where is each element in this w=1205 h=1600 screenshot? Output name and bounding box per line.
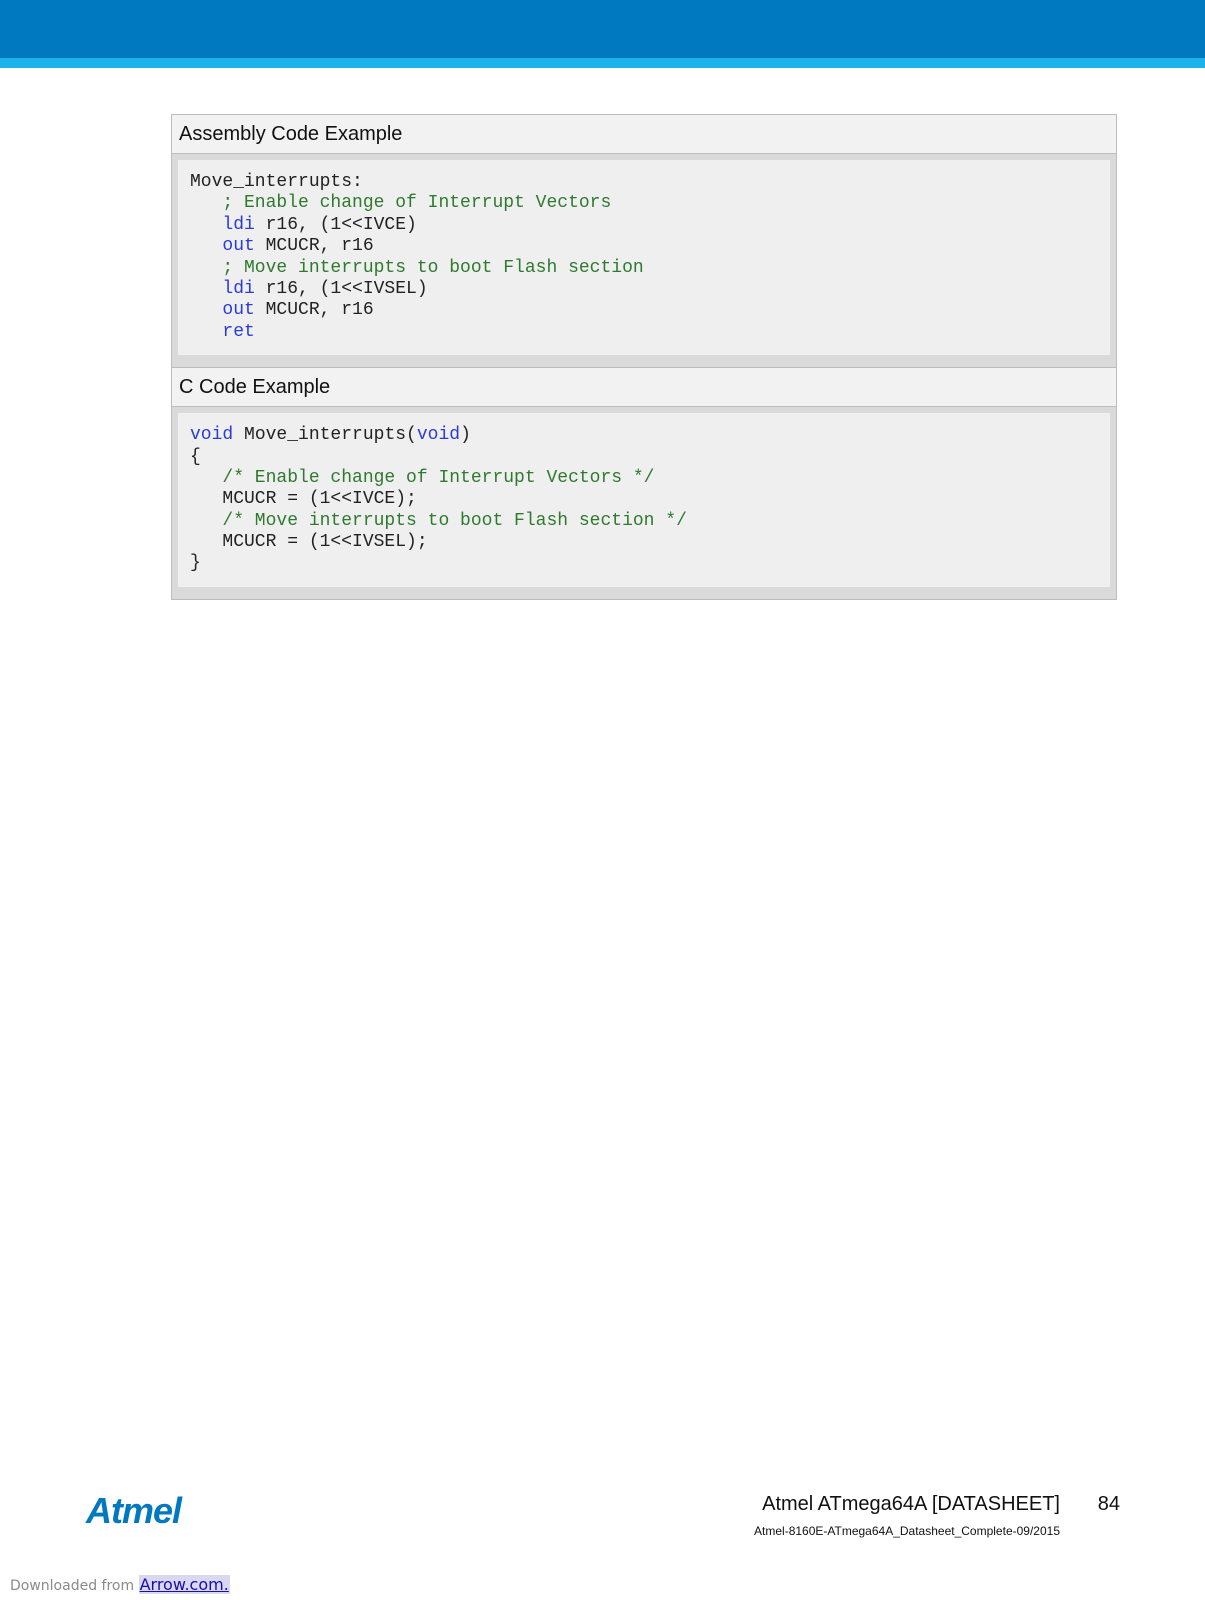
code-example-table: Assembly Code Example Move_interrupts: ;… (171, 114, 1117, 600)
code-line: ret (190, 322, 1098, 343)
code-comment: /* Move interrupts to boot Flash section… (222, 510, 687, 531)
code-text: r16, (1<<IVCE) (254, 214, 417, 235)
code-line: } (190, 553, 1098, 574)
code-text: Move_interrupts: (190, 172, 363, 192)
code-text: } (190, 553, 201, 574)
download-prefix: Downloaded from (10, 1578, 139, 1594)
c-section-title: C Code Example (172, 367, 1116, 408)
code-keyword: ldi (222, 214, 255, 235)
code-keyword: void (190, 425, 234, 446)
code-comment: /* Enable change of Interrupt Vectors */ (222, 467, 655, 488)
code-keyword: out (222, 236, 255, 257)
code-text: Move_interrupts( (233, 425, 417, 446)
header-stripe (0, 58, 1205, 68)
code-text: MCUCR, r16 (254, 236, 374, 257)
code-line: out MCUCR, r16 (190, 300, 1098, 321)
code-keyword: void (416, 425, 461, 446)
code-line: Move_interrupts: (190, 172, 1098, 193)
code-line: ldi r16, (1<<IVSEL) (190, 279, 1098, 300)
code-line: { (190, 447, 1098, 468)
code-line: /* Move interrupts to boot Flash section… (190, 511, 1098, 532)
code-keyword: out (222, 300, 255, 321)
code-line: ; Move interrupts to boot Flash section (190, 258, 1098, 279)
code-keyword: ldi (222, 278, 255, 299)
code-text: ) (460, 425, 471, 446)
code-line: /* Enable change of Interrupt Vectors */ (190, 468, 1098, 489)
code-text: r16, (1<<IVSEL) (254, 278, 428, 299)
code-keyword: ret (222, 321, 255, 342)
document-id: Atmel-8160E-ATmega64A_Datasheet_Complete… (754, 1524, 1060, 1538)
c-code-block: void Move_interrupts(void){ /* Enable ch… (178, 413, 1110, 587)
code-line: MCUCR = (1<<IVCE); (190, 489, 1098, 510)
document-title: Atmel ATmega64A [DATASHEET] (762, 1493, 1060, 1515)
code-text: MCUCR = (1<<IVCE); (190, 489, 417, 510)
code-line: MCUCR = (1<<IVSEL); (190, 532, 1098, 553)
code-text: { (190, 446, 201, 467)
header-bar (0, 0, 1205, 58)
code-line: void Move_interrupts(void) (190, 425, 1098, 446)
code-text: MCUCR = (1<<IVSEL); (190, 532, 428, 553)
code-line: ldi r16, (1<<IVCE) (190, 215, 1098, 236)
code-comment: ; Move interrupts to boot Flash section (222, 257, 644, 278)
assembly-code-wrap: Move_interrupts: ; Enable change of Inte… (172, 154, 1116, 368)
atmel-logo: Atmel (86, 1490, 182, 1531)
arrow-link[interactable]: Arrow.com. (138, 1575, 230, 1594)
c-code-wrap: void Move_interrupts(void){ /* Enable ch… (172, 407, 1116, 599)
code-line: out MCUCR, r16 (190, 236, 1098, 257)
assembly-section-title: Assembly Code Example (172, 115, 1116, 154)
code-text: MCUCR, r16 (254, 300, 374, 321)
download-note: Downloaded from Arrow.com. (10, 1575, 230, 1594)
page-number: 84 (1097, 1493, 1120, 1515)
code-comment: ; Enable change of Interrupt Vectors (222, 193, 612, 214)
code-line: ; Enable change of Interrupt Vectors (190, 193, 1098, 214)
assembly-code-block: Move_interrupts: ; Enable change of Inte… (178, 160, 1110, 356)
